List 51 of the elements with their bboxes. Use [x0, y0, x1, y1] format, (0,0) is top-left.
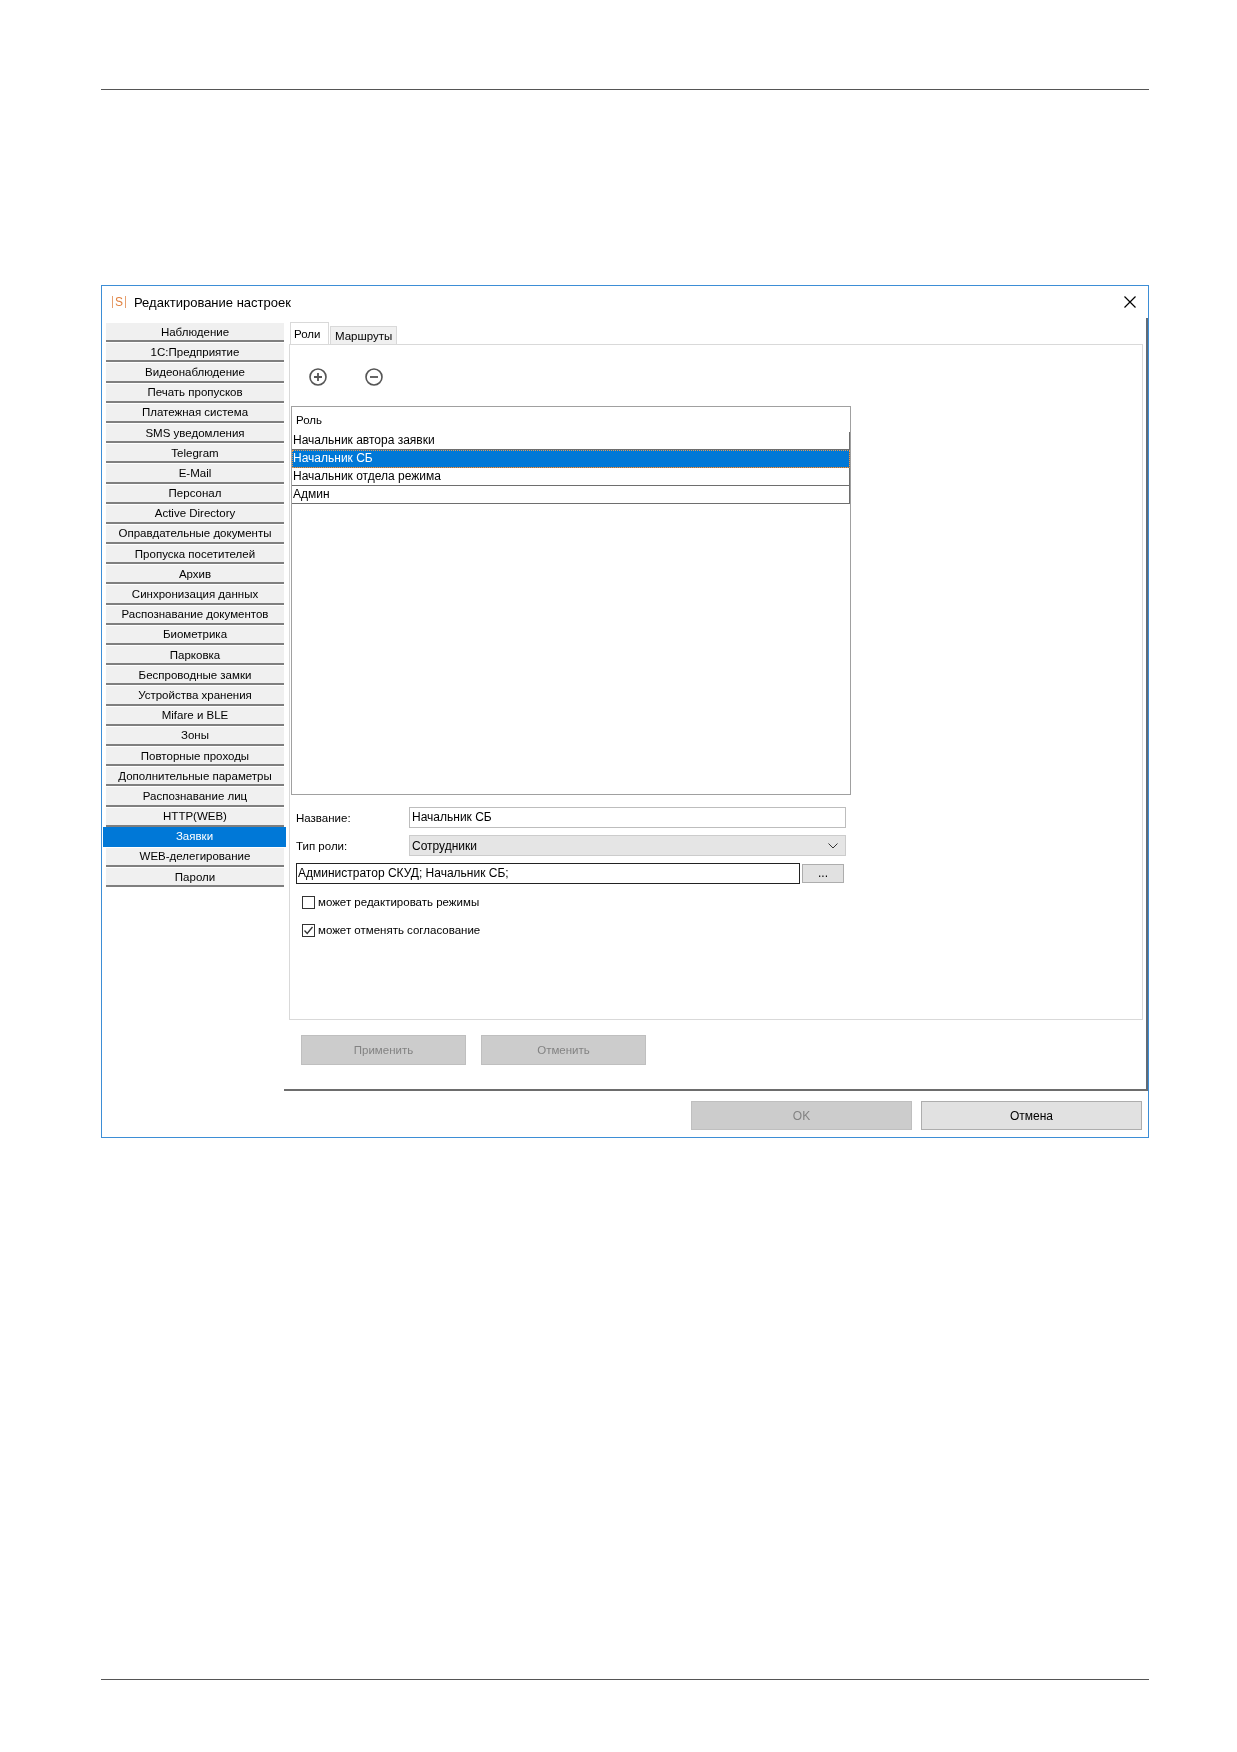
- sidebar-item[interactable]: Архив: [106, 564, 284, 585]
- add-icon[interactable]: [309, 368, 327, 386]
- checkbox-label: может отменять согласование: [318, 924, 481, 936]
- tab[interactable]: Роли: [290, 322, 329, 344]
- close-icon[interactable]: [1124, 296, 1136, 308]
- sidebar-item[interactable]: Пароли: [106, 867, 284, 888]
- role-type-label: Тип роли:: [296, 839, 349, 852]
- sidebar-item[interactable]: Mifare и BLE: [106, 705, 284, 726]
- sidebar-item[interactable]: E-Mail: [106, 463, 284, 484]
- checkbox[interactable]: [302, 923, 315, 937]
- sidebar-item[interactable]: Распознавание лиц: [106, 786, 284, 807]
- sidebar-item[interactable]: Биометрика: [106, 624, 284, 645]
- browse-button[interactable]: ...: [802, 864, 844, 883]
- sidebar-item[interactable]: Печать пропусков: [106, 382, 284, 403]
- sidebar-item[interactable]: Дополнительные параметры: [106, 766, 284, 787]
- sidebar-item[interactable]: Повторные проходы: [106, 745, 284, 767]
- tab[interactable]: Маршруты: [330, 326, 398, 344]
- sidebar-item[interactable]: Персонал: [106, 483, 284, 504]
- sidebar-item[interactable]: Парковка: [106, 645, 284, 666]
- members-field[interactable]: Администратор СКУД; Начальник СБ;: [296, 863, 800, 884]
- role-type-dropdown[interactable]: Сотрудники: [409, 835, 846, 856]
- sidebar-item[interactable]: Устройства хранения: [106, 685, 284, 706]
- list-row[interactable]: Начальник СБ: [292, 450, 850, 468]
- app-logo: S: [112, 296, 126, 308]
- sidebar-item[interactable]: Распознавание документов: [106, 604, 284, 625]
- list-row[interactable]: Начальник отдела режима: [292, 468, 850, 486]
- sidebar-item[interactable]: Платежная система: [106, 402, 284, 423]
- chevron-down-icon: [828, 842, 838, 849]
- window-title: Редактирование настроек: [134, 294, 291, 310]
- sidebar-item[interactable]: Беспроводные замки: [106, 665, 284, 686]
- sidebar-item[interactable]: Оправдательные документы: [106, 523, 284, 545]
- sidebar-item[interactable]: Видеонаблюдение: [106, 362, 284, 383]
- name-label: Название:: [296, 811, 352, 824]
- sidebar-item[interactable]: Синхронизация данных: [106, 584, 284, 605]
- remove-icon[interactable]: [365, 368, 383, 386]
- sidebar-item[interactable]: Telegram: [106, 443, 284, 464]
- checkbox-label: может редактировать режимы: [318, 896, 480, 908]
- sidebar-item[interactable]: SMS уведомления: [106, 422, 284, 444]
- sidebar-item[interactable]: Заявки: [103, 826, 286, 847]
- name-field[interactable]: Начальник СБ: [409, 807, 846, 828]
- column-header: Роль: [295, 413, 323, 428]
- sidebar-item[interactable]: Наблюдение: [106, 322, 284, 343]
- list-row[interactable]: Админ: [292, 486, 850, 504]
- sidebar-item[interactable]: 1С:Предприятие: [106, 342, 284, 363]
- sidebar-item[interactable]: Пропуска посетителей: [106, 544, 284, 565]
- dialog-button[interactable]: Отмена: [921, 1101, 1142, 1130]
- sidebar-item[interactable]: WEB-делегирование: [106, 846, 284, 868]
- sidebar-item[interactable]: Зоны: [106, 725, 284, 746]
- checkbox[interactable]: [302, 895, 315, 909]
- sidebar-item[interactable]: HTTP(WEB): [106, 806, 284, 827]
- sidebar-item[interactable]: Active Directory: [106, 503, 284, 524]
